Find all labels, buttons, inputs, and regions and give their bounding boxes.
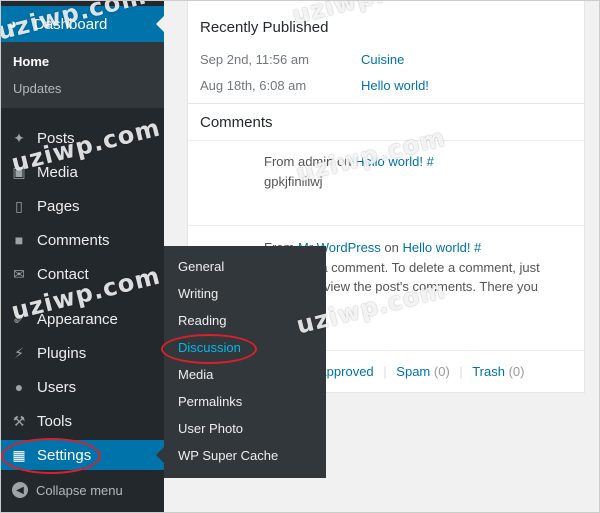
menu-pages-label: Pages bbox=[37, 197, 80, 215]
menu-settings-label: Settings bbox=[37, 446, 92, 464]
flyout-reading[interactable]: Reading bbox=[178, 313, 226, 328]
dashboard-submenu: Home Updates bbox=[0, 42, 164, 108]
menu-appearance-label: Appearance bbox=[37, 310, 118, 328]
flyout-writing[interactable]: Writing bbox=[178, 286, 218, 301]
collapse-menu-label: Collapse menu bbox=[36, 482, 123, 498]
comment-filter-links: Approved | Spam (0) | Trash (0) bbox=[318, 364, 524, 379]
menu-posts[interactable]: ✦ Posts bbox=[0, 123, 164, 153]
menu-comments-label: Comments bbox=[37, 231, 110, 249]
approved-link[interactable]: Approved bbox=[318, 364, 374, 379]
comment-post-link[interactable]: Hello world! # bbox=[355, 154, 434, 169]
trash-count: (0) bbox=[508, 364, 525, 379]
avatar bbox=[200, 152, 250, 202]
post-link[interactable]: Cuisine bbox=[361, 52, 404, 67]
spam-count: (0) bbox=[433, 364, 450, 379]
spam-link[interactable]: Spam bbox=[396, 364, 430, 379]
post-date: Sep 2nd, 11:56 am bbox=[200, 52, 309, 67]
menu-dashboard[interactable]: ◕ Dashboard bbox=[0, 6, 164, 42]
comment-from: From bbox=[264, 154, 295, 169]
wrench-icon: ⚒ bbox=[12, 412, 26, 429]
flyout-media[interactable]: Media bbox=[178, 367, 213, 382]
flyout-permalinks[interactable]: Permalinks bbox=[178, 394, 242, 409]
menu-posts-label: Posts bbox=[37, 129, 75, 147]
submenu-home[interactable]: Home bbox=[13, 54, 49, 69]
post-link[interactable]: Hello world! bbox=[361, 78, 429, 93]
user-icon: ● bbox=[14, 379, 24, 395]
menu-dashboard-label: Dashboard bbox=[34, 15, 108, 33]
comment-meta: From admin on Hello world! # bbox=[264, 154, 434, 169]
menu-contact[interactable]: ✉ Contact bbox=[0, 259, 164, 289]
comment-on: on bbox=[337, 154, 352, 169]
menu-plugins-label: Plugins bbox=[37, 344, 87, 362]
recently-published-title: Recently Published bbox=[200, 19, 329, 36]
collapse-menu[interactable]: ◀ Collapse menu bbox=[0, 477, 164, 503]
menu-tools[interactable]: ⚒ Tools bbox=[0, 406, 164, 436]
comment-post-link[interactable]: Hello world! # bbox=[403, 240, 482, 255]
collapse-arrow-icon: ◀ bbox=[12, 482, 28, 498]
divider bbox=[188, 225, 584, 226]
comments-title: Comments bbox=[200, 114, 273, 131]
menu-users-label: Users bbox=[37, 378, 77, 396]
menu-users[interactable]: ● Users bbox=[0, 372, 164, 402]
menu-settings[interactable]: ▦ Settings bbox=[0, 440, 164, 470]
comment-excerpt: gpkjfinlliwj bbox=[264, 174, 323, 189]
menu-plugins[interactable]: ⚡ Plugins bbox=[0, 338, 164, 368]
menu-media[interactable]: ▣ Media bbox=[0, 157, 164, 187]
menu-media-label: Media bbox=[37, 163, 78, 181]
comment-author[interactable]: admin bbox=[298, 154, 333, 169]
trash-link[interactable]: Trash bbox=[472, 364, 505, 379]
menu-pages[interactable]: ▯ Pages bbox=[0, 191, 164, 221]
mail-icon: ✉ bbox=[13, 265, 25, 282]
pin-icon: ✦ bbox=[13, 129, 25, 146]
brush-icon: ✐ bbox=[13, 310, 25, 327]
flyout-wp-super-cache[interactable]: WP Super Cache bbox=[178, 448, 278, 463]
comment-icon: ■ bbox=[14, 232, 24, 248]
separator: | bbox=[383, 364, 387, 379]
plug-icon: ⚡ bbox=[14, 344, 24, 361]
separator: | bbox=[459, 364, 463, 379]
pages-icon: ▯ bbox=[15, 197, 23, 214]
admin-sidebar: ◕ Dashboard Home Updates ✦ Posts ▣ Media… bbox=[0, 0, 164, 513]
menu-contact-label: Contact bbox=[37, 265, 89, 283]
submenu-updates[interactable]: Updates bbox=[13, 81, 61, 96]
media-icon: ▣ bbox=[12, 163, 26, 180]
flyout-user-photo[interactable]: User Photo bbox=[178, 421, 243, 436]
comment-on: on bbox=[384, 240, 399, 255]
settings-icon: ▦ bbox=[12, 446, 26, 463]
divider bbox=[188, 140, 584, 141]
flyout-discussion[interactable]: Discussion bbox=[178, 340, 241, 355]
settings-flyout-menu: General Writing Reading Discussion Media… bbox=[164, 246, 326, 478]
menu-comments[interactable]: ■ Comments bbox=[0, 225, 164, 255]
menu-tools-label: Tools bbox=[37, 412, 73, 430]
dashboard-icon: ◕ bbox=[8, 15, 18, 33]
post-date: Aug 18th, 6:08 am bbox=[200, 78, 307, 93]
flyout-general[interactable]: General bbox=[178, 259, 224, 274]
menu-appearance[interactable]: ✐ Appearance bbox=[0, 304, 164, 334]
